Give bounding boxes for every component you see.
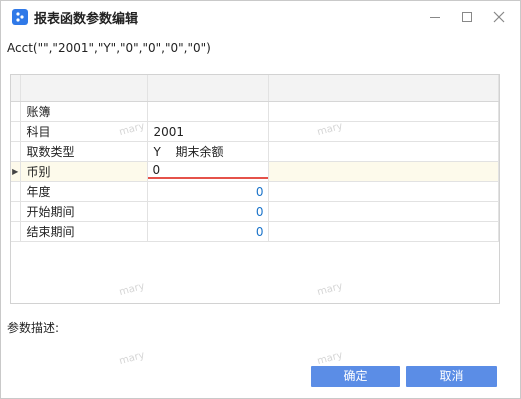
param-extra [268,121,499,142]
header-cell-value [147,75,269,102]
param-extra [268,101,499,122]
dialog-window: 报表函数参数编辑 Acct("","2001","Y","0","0","0",… [0,0,521,399]
dialog-title: 报表函数参数编辑 [34,12,139,27]
close-icon[interactable] [488,7,510,27]
param-extra [268,161,499,182]
param-value-edit-cell[interactable]: 0 [147,161,269,182]
param-name: 结束期间 [20,221,148,242]
row-indicator [11,101,21,122]
param-name: 开始期间 [20,201,148,222]
row-indicator [11,201,21,222]
param-value[interactable]: 0 [147,221,269,242]
row-indicator [11,141,21,162]
header-indicator-cell [11,75,21,102]
current-row-arrow-icon: ▶ [11,161,21,182]
watermark: mary [118,349,146,368]
grid-header-row [11,75,499,102]
formula-text: Acct("","2001","Y","0","0","0","0") [7,41,211,55]
param-name: 取数类型 [20,141,148,162]
table-row[interactable]: 年度 0 [11,181,499,202]
watermark: mary [316,349,344,368]
param-extra [268,201,499,222]
title-bar[interactable]: 报表函数参数编辑 [1,1,520,33]
param-value-desc: 期末余额 [175,145,224,159]
parameter-grid: 账簿 科目 2001 取数类型 Y 期末余额 ▶ 币别 0 年度 0 开始期间 … [10,74,500,304]
maximize-icon[interactable] [456,7,478,27]
param-name: 年度 [20,181,148,202]
table-row[interactable]: 账簿 [11,101,499,122]
description-label: 参数描述: [7,321,60,335]
param-name: 账簿 [20,101,148,122]
param-extra [268,221,499,242]
param-value-code: Y [153,145,161,159]
row-indicator [11,121,21,142]
param-value[interactable]: 0 [147,181,269,202]
parameter-table: 账簿 科目 2001 取数类型 Y 期末余额 ▶ 币别 0 年度 0 开始期间 … [11,75,499,242]
table-row[interactable]: 科目 2001 [11,121,499,142]
minimize-icon[interactable] [424,7,446,27]
cancel-button[interactable]: 取消 [406,366,497,387]
param-value[interactable]: 0 [147,201,269,222]
row-indicator [11,221,21,242]
header-cell-extra [268,75,499,102]
table-row-current[interactable]: ▶ 币别 0 [11,161,499,182]
param-extra [268,141,499,162]
app-dots-icon [12,9,28,25]
table-row[interactable]: 开始期间 0 [11,201,499,222]
header-cell-name [20,75,148,102]
param-value[interactable]: Y 期末余额 [147,141,269,162]
table-row[interactable]: 取数类型 Y 期末余额 [11,141,499,162]
table-row[interactable]: 结束期间 0 [11,221,499,242]
param-value[interactable]: 2001 [147,121,269,142]
row-indicator [11,181,21,202]
ok-button[interactable]: 确定 [311,366,400,387]
param-value[interactable] [147,101,269,122]
param-name: 币别 [20,161,148,182]
param-extra [268,181,499,202]
currency-edit-input[interactable]: 0 [147,161,267,179]
